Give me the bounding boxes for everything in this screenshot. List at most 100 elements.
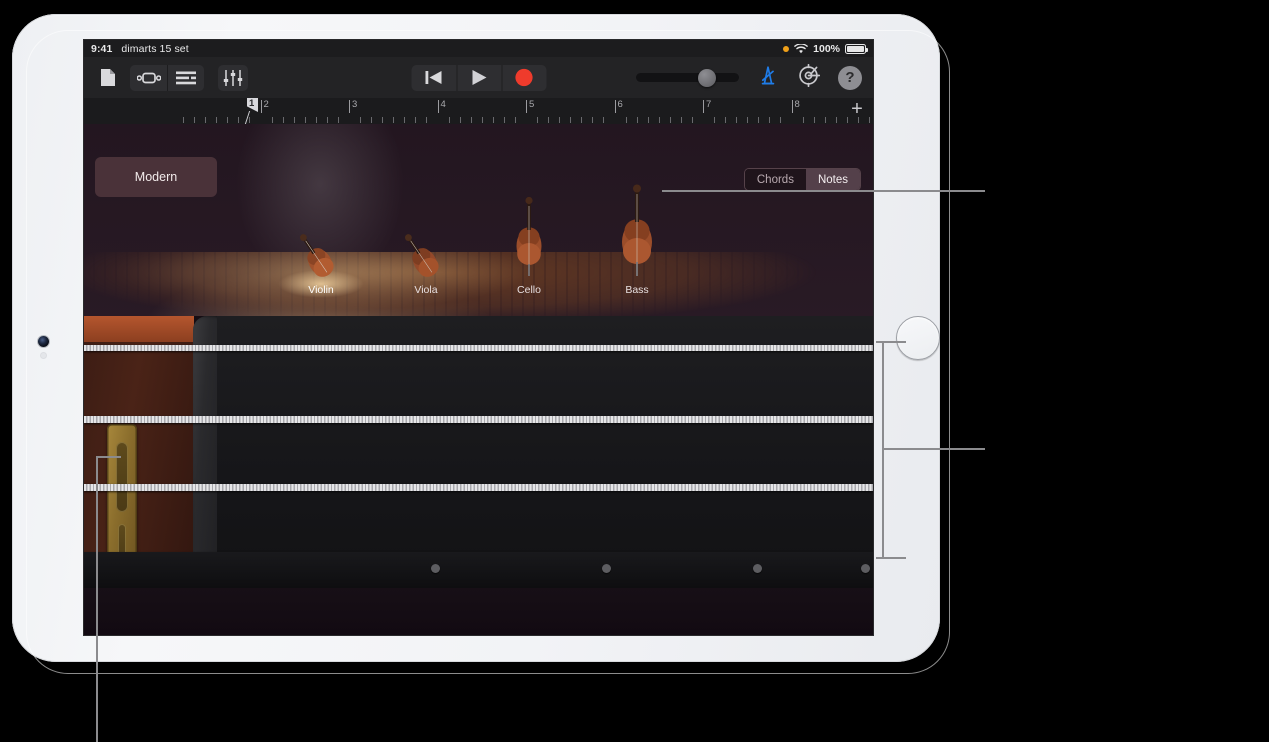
toggle-option-notes[interactable]: Notes: [805, 169, 860, 190]
ruler-beat-tick: [581, 117, 583, 123]
ruler-beat-tick: [360, 117, 362, 123]
timeline-ruler[interactable]: 2 3 4 5 6 7 8 1 +: [84, 98, 873, 124]
battery-full-icon: [845, 43, 868, 54]
cycle-loop-icon[interactable]: [130, 64, 167, 91]
ruler-bar-line: [437, 100, 439, 113]
callout-tailpiece-tick: [97, 456, 121, 458]
rewind-to-start-icon[interactable]: [411, 65, 456, 91]
ruler-beat-tick: [813, 117, 815, 123]
page-root: 9:41 dimarts 15 set 100% ? 2 3 4 5 6 7 8…: [0, 0, 1269, 742]
ruler-beat-tick: [470, 117, 472, 123]
home-button[interactable]: [896, 316, 940, 360]
ruler-bar-line: [349, 100, 350, 113]
ruler-beat-tick: [603, 117, 605, 123]
ruler-beat-tick: [868, 117, 870, 123]
callout-bracket-top-tick: [876, 341, 906, 343]
ruler-beat-tick: [183, 117, 185, 123]
position-dot: [861, 564, 870, 573]
string-a[interactable]: [84, 484, 873, 491]
ruler-beat-tick: [537, 117, 539, 123]
gear-icon[interactable]: [797, 63, 821, 92]
ruler-beat-tick: [371, 117, 373, 123]
main-toolbar: ?: [84, 57, 873, 98]
ruler-beat-tick: [194, 117, 196, 123]
ruler-beat-tick: [714, 117, 716, 123]
playhead-bar-number: 1: [249, 98, 255, 109]
ipad-screen: 9:41 dimarts 15 set 100% ? 2 3 4 5 6 7 8…: [84, 40, 873, 635]
ruler-bar-number: 8: [794, 99, 800, 110]
ruler-bar-number: 5: [529, 99, 535, 110]
position-dot: [431, 564, 440, 573]
position-dot: [753, 564, 762, 573]
ruler-beat-tick: [669, 117, 671, 123]
ruler-beat-tick: [736, 117, 738, 123]
ruler-beat-tick: [824, 117, 826, 123]
ruler-beat-tick: [758, 117, 760, 123]
ruler-beat-tick: [492, 117, 494, 123]
ruler-beat-tick: [382, 117, 384, 123]
chords-notes-toggle: Chords Notes: [743, 168, 861, 191]
ruler-beat-tick: [548, 117, 550, 123]
ruler-beat-tick: [802, 117, 804, 123]
ruler-beat-tick: [227, 117, 229, 123]
ruler-beat-tick: [625, 117, 627, 123]
instrument-bass[interactable]: Bass: [602, 128, 672, 296]
mixer-sliders-icon[interactable]: [218, 64, 248, 91]
plus-icon[interactable]: +: [848, 99, 866, 119]
ruler-bar-line: [260, 100, 262, 113]
ruler-bar-number: 7: [706, 99, 712, 110]
instrument-label: Viola: [414, 284, 438, 296]
ruler-beat-tick: [636, 117, 638, 123]
play-icon[interactable]: [456, 64, 501, 91]
ruler-beat-tick: [426, 117, 428, 123]
ruler-beat-tick: [216, 117, 218, 123]
violin-fingerboard[interactable]: [84, 316, 873, 635]
playhead[interactable]: 1: [244, 98, 258, 124]
ruler-beat-tick: [570, 117, 572, 123]
instrument-cello[interactable]: Cello: [497, 138, 561, 296]
front-camera-icon: [38, 336, 49, 347]
wifi-icon: [794, 43, 808, 53]
instrument-violin[interactable]: Violin: [278, 154, 364, 298]
cello-icon: [516, 196, 542, 276]
open-string-row[interactable]: [84, 552, 873, 588]
battery-percent-label: 100%: [813, 42, 840, 55]
ruler-beat-tick: [658, 117, 660, 123]
string-d[interactable]: [84, 416, 873, 423]
document-icon[interactable]: [95, 65, 121, 91]
ruler-beat-tick: [691, 117, 693, 123]
help-icon[interactable]: ?: [838, 65, 862, 90]
instrument-label: Cello: [517, 284, 541, 296]
ruler-beat-tick: [404, 117, 406, 123]
status-document-name: dimarts 15 set: [121, 42, 189, 55]
volume-slider[interactable]: [636, 68, 739, 87]
ruler-bar-number: 6: [617, 99, 623, 110]
ruler-beat-tick: [315, 117, 317, 123]
toggle-option-chords[interactable]: Chords: [744, 169, 806, 190]
volume-slider-knob[interactable]: [698, 68, 716, 87]
position-dot: [602, 564, 611, 573]
metronome-icon[interactable]: [757, 64, 779, 91]
ruler-beat-tick: [647, 117, 649, 123]
callout-line-strings: [882, 448, 985, 450]
ruler-bar-line: [791, 100, 793, 113]
status-time: 9:41: [91, 42, 113, 55]
ruler-bar-number: 3: [352, 99, 358, 110]
record-icon[interactable]: [501, 64, 546, 91]
ruler-beat-tick: [680, 117, 682, 123]
instrument-viola[interactable]: Viola: [394, 154, 458, 296]
ambient-light-sensor-icon: [41, 353, 46, 358]
ruler-beat-tick: [304, 117, 306, 123]
ruler-beat-tick: [592, 117, 594, 123]
string-g[interactable]: [84, 345, 873, 351]
ruler-bar-line: [614, 100, 616, 113]
track-view-icon[interactable]: [167, 64, 204, 91]
ruler-beat-tick: [559, 117, 561, 123]
ruler-bar-number: 2: [263, 99, 269, 110]
toolbar-left-group: [95, 64, 248, 91]
region-label[interactable]: Modern: [95, 157, 217, 197]
ruler-beat-tick: [725, 117, 727, 123]
ruler-beat-tick: [448, 117, 450, 123]
transport-controls: [411, 64, 546, 91]
instrument-label: Violin: [308, 284, 334, 296]
